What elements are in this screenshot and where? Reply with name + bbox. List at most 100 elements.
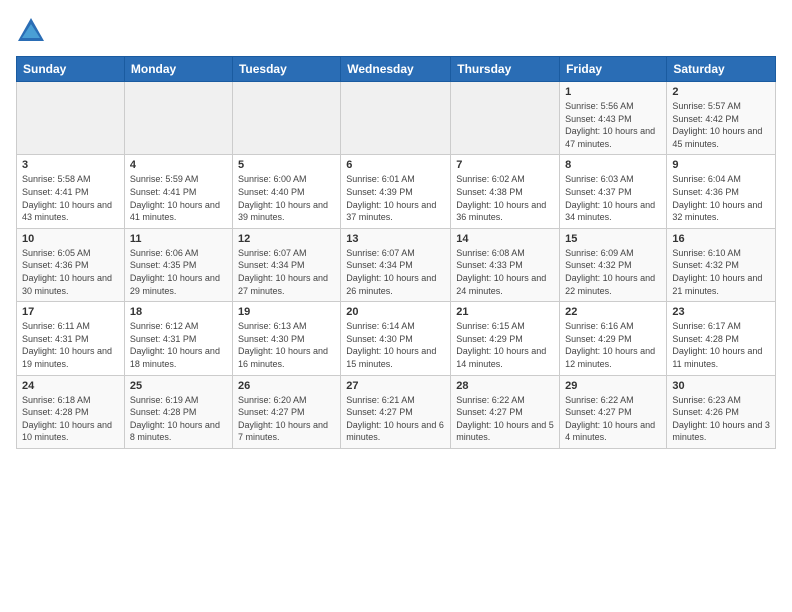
calendar-cell: 22 Sunrise: 6:16 AM Sunset: 4:29 PM Dayli… — [560, 302, 667, 375]
day-info: Sunrise: 6:21 AM Sunset: 4:27 PM Dayligh… — [346, 394, 445, 444]
day-info: Sunrise: 6:22 AM Sunset: 4:27 PM Dayligh… — [456, 394, 554, 444]
day-number: 16 — [672, 233, 770, 245]
calendar-cell — [124, 82, 232, 155]
day-number: 18 — [130, 306, 227, 318]
weekday-friday: Friday — [560, 57, 667, 82]
day-info: Sunrise: 5:56 AM Sunset: 4:43 PM Dayligh… — [565, 100, 661, 150]
day-number: 1 — [565, 86, 661, 98]
calendar-cell: 6 Sunrise: 6:01 AM Sunset: 4:39 PM Daylig… — [341, 155, 451, 228]
calendar-cell: 27Sunrise: 6:21 AM Sunset: 4:27 PM Dayli… — [341, 375, 451, 448]
day-info: Sunrise: 6:07 AM Sunset: 4:34 PM Dayligh… — [238, 247, 335, 297]
day-info: Sunrise: 6:17 AM Sunset: 4:28 PM Dayligh… — [672, 320, 770, 370]
day-info: Sunrise: 5:57 AM Sunset: 4:42 PM Dayligh… — [672, 100, 770, 150]
calendar-cell: 28 Sunrise: 6:22 AM Sunset: 4:27 PM Dayli… — [451, 375, 560, 448]
calendar-cell: 14 Sunrise: 6:08 AM Sunset: 4:33 PM Dayli… — [451, 228, 560, 301]
day-number: 30 — [672, 380, 770, 392]
day-number: 21 — [456, 306, 554, 318]
day-number: 28 — [456, 380, 554, 392]
calendar-cell: 8 Sunrise: 6:03 AM Sunset: 4:37 PM Daylig… — [560, 155, 667, 228]
calendar-cell: 26 Sunrise: 6:20 AM Sunset: 4:27 PM Dayli… — [232, 375, 340, 448]
day-info: Sunrise: 6:05 AM Sunset: 4:36 PM Dayligh… — [22, 247, 119, 297]
weekday-thursday: Thursday — [451, 57, 560, 82]
day-info: Sunrise: 6:12 AM Sunset: 4:31 PM Dayligh… — [130, 320, 227, 370]
day-info: Sunrise: 6:23 AM Sunset: 4:26 PM Dayligh… — [672, 394, 770, 444]
calendar-cell: 24 Sunrise: 6:18 AM Sunset: 4:28 PM Dayli… — [17, 375, 125, 448]
day-info: Sunrise: 5:58 AM Sunset: 4:41 PM Dayligh… — [22, 173, 119, 223]
day-number: 24 — [22, 380, 119, 392]
calendar-cell: 12 Sunrise: 6:07 AM Sunset: 4:34 PM Dayli… — [232, 228, 340, 301]
day-number: 26 — [238, 380, 335, 392]
day-number: 20 — [346, 306, 445, 318]
day-info: Sunrise: 6:07 AM Sunset: 4:34 PM Dayligh… — [346, 247, 445, 297]
day-number: 29 — [565, 380, 661, 392]
day-number: 25 — [130, 380, 227, 392]
day-number: 11 — [130, 233, 227, 245]
calendar-cell — [341, 82, 451, 155]
page: SundayMondayTuesdayWednesdayThursdayFrid… — [0, 0, 792, 612]
calendar-cell: 20 Sunrise: 6:14 AM Sunset: 4:30 PM Dayli… — [341, 302, 451, 375]
calendar-cell: 21Sunrise: 6:15 AM Sunset: 4:29 PM Dayli… — [451, 302, 560, 375]
day-info: Sunrise: 6:08 AM Sunset: 4:33 PM Dayligh… — [456, 247, 554, 297]
calendar-cell: 29 Sunrise: 6:22 AM Sunset: 4:27 PM Dayli… — [560, 375, 667, 448]
calendar-cell: 13 Sunrise: 6:07 AM Sunset: 4:34 PM Dayli… — [341, 228, 451, 301]
calendar-cell: 11 Sunrise: 6:06 AM Sunset: 4:35 PM Dayli… — [124, 228, 232, 301]
calendar-cell — [232, 82, 340, 155]
day-number: 6 — [346, 159, 445, 171]
day-number: 13 — [346, 233, 445, 245]
day-info: Sunrise: 6:06 AM Sunset: 4:35 PM Dayligh… — [130, 247, 227, 297]
weekday-header-row: SundayMondayTuesdayWednesdayThursdayFrid… — [17, 57, 776, 82]
day-number: 8 — [565, 159, 661, 171]
calendar-cell: 3 Sunrise: 5:58 AM Sunset: 4:41 PM Daylig… — [17, 155, 125, 228]
day-info: Sunrise: 6:16 AM Sunset: 4:29 PM Dayligh… — [565, 320, 661, 370]
day-number: 15 — [565, 233, 661, 245]
day-number: 12 — [238, 233, 335, 245]
calendar-cell: 25 Sunrise: 6:19 AM Sunset: 4:28 PM Dayli… — [124, 375, 232, 448]
header — [16, 16, 776, 46]
day-number: 14 — [456, 233, 554, 245]
calendar-cell: 23Sunrise: 6:17 AM Sunset: 4:28 PM Dayli… — [667, 302, 776, 375]
day-number: 10 — [22, 233, 119, 245]
calendar-week-5: 24 Sunrise: 6:18 AM Sunset: 4:28 PM Dayli… — [17, 375, 776, 448]
day-info: Sunrise: 6:00 AM Sunset: 4:40 PM Dayligh… — [238, 173, 335, 223]
day-number: 9 — [672, 159, 770, 171]
day-info: Sunrise: 6:22 AM Sunset: 4:27 PM Dayligh… — [565, 394, 661, 444]
day-info: Sunrise: 6:19 AM Sunset: 4:28 PM Dayligh… — [130, 394, 227, 444]
logo-icon — [16, 16, 46, 46]
calendar-cell: 5 Sunrise: 6:00 AM Sunset: 4:40 PM Daylig… — [232, 155, 340, 228]
calendar-week-2: 3 Sunrise: 5:58 AM Sunset: 4:41 PM Daylig… — [17, 155, 776, 228]
day-number: 3 — [22, 159, 119, 171]
day-info: Sunrise: 6:03 AM Sunset: 4:37 PM Dayligh… — [565, 173, 661, 223]
day-number: 2 — [672, 86, 770, 98]
day-info: Sunrise: 6:11 AM Sunset: 4:31 PM Dayligh… — [22, 320, 119, 370]
calendar-cell: 18 Sunrise: 6:12 AM Sunset: 4:31 PM Dayli… — [124, 302, 232, 375]
day-info: Sunrise: 6:18 AM Sunset: 4:28 PM Dayligh… — [22, 394, 119, 444]
day-info: Sunrise: 6:01 AM Sunset: 4:39 PM Dayligh… — [346, 173, 445, 223]
calendar-cell: 9 Sunrise: 6:04 AM Sunset: 4:36 PM Daylig… — [667, 155, 776, 228]
weekday-monday: Monday — [124, 57, 232, 82]
calendar-cell: 1 Sunrise: 5:56 AM Sunset: 4:43 PM Daylig… — [560, 82, 667, 155]
day-number: 5 — [238, 159, 335, 171]
calendar-cell: 4Sunrise: 5:59 AM Sunset: 4:41 PM Daylig… — [124, 155, 232, 228]
calendar: SundayMondayTuesdayWednesdayThursdayFrid… — [16, 56, 776, 449]
day-info: Sunrise: 6:02 AM Sunset: 4:38 PM Dayligh… — [456, 173, 554, 223]
calendar-cell: 16 Sunrise: 6:10 AM Sunset: 4:32 PM Dayli… — [667, 228, 776, 301]
calendar-week-4: 17 Sunrise: 6:11 AM Sunset: 4:31 PM Dayli… — [17, 302, 776, 375]
day-number: 19 — [238, 306, 335, 318]
day-number: 22 — [565, 306, 661, 318]
day-info: Sunrise: 5:59 AM Sunset: 4:41 PM Dayligh… — [130, 173, 227, 223]
weekday-sunday: Sunday — [17, 57, 125, 82]
day-info: Sunrise: 6:09 AM Sunset: 4:32 PM Dayligh… — [565, 247, 661, 297]
day-info: Sunrise: 6:10 AM Sunset: 4:32 PM Dayligh… — [672, 247, 770, 297]
day-number: 17 — [22, 306, 119, 318]
logo — [16, 16, 50, 46]
day-info: Sunrise: 6:20 AM Sunset: 4:27 PM Dayligh… — [238, 394, 335, 444]
calendar-cell — [451, 82, 560, 155]
weekday-saturday: Saturday — [667, 57, 776, 82]
weekday-wednesday: Wednesday — [341, 57, 451, 82]
calendar-week-3: 10 Sunrise: 6:05 AM Sunset: 4:36 PM Dayli… — [17, 228, 776, 301]
calendar-cell: 19Sunrise: 6:13 AM Sunset: 4:30 PM Dayli… — [232, 302, 340, 375]
day-number: 7 — [456, 159, 554, 171]
day-info: Sunrise: 6:14 AM Sunset: 4:30 PM Dayligh… — [346, 320, 445, 370]
calendar-cell: 2 Sunrise: 5:57 AM Sunset: 4:42 PM Daylig… — [667, 82, 776, 155]
day-info: Sunrise: 6:04 AM Sunset: 4:36 PM Dayligh… — [672, 173, 770, 223]
